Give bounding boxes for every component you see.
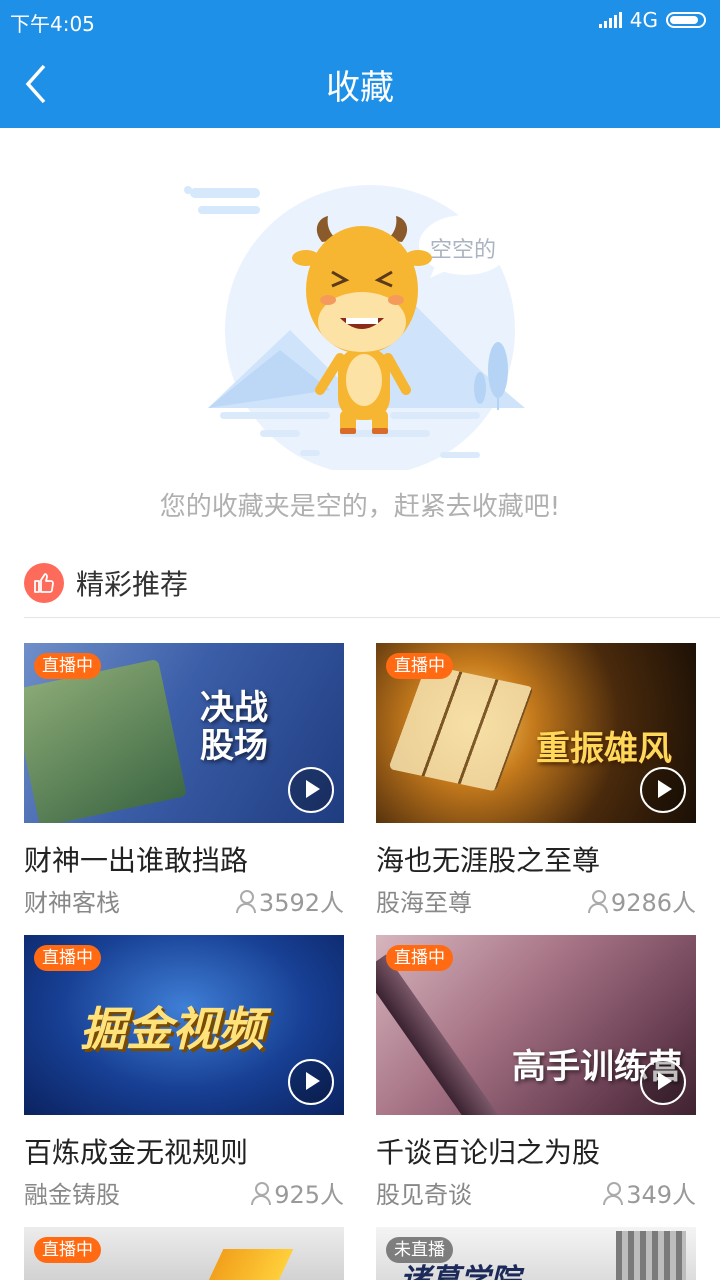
play-icon[interactable] [288,767,334,813]
video-meta: 股海至尊 9286人 [376,883,696,918]
video-card[interactable]: 诸葛学院 未直播 [376,1227,696,1280]
section-divider [24,617,720,618]
viewer-count-text: 349人 [626,1181,696,1209]
viewer-count: 349人 [602,1175,696,1210]
page-title: 收藏 [326,68,394,108]
thumbnail-title: 重振雄风 [536,729,672,769]
live-badge: 直播中 [34,1237,101,1263]
viewer-count-text: 3592人 [258,889,344,917]
person-icon [250,1181,272,1205]
live-badge: 直播中 [34,945,101,971]
person-icon [587,889,609,913]
battery-icon [666,12,706,28]
play-icon[interactable] [288,1059,334,1105]
video-thumbnail[interactable]: 直播中 [24,1227,344,1280]
viewer-count: 9286人 [587,883,696,918]
empty-illustration [184,185,525,470]
host-name: 财神客栈 [24,889,120,917]
status-bar: 下午4:05 4G [0,0,720,40]
video-title: 千谈百论归之为股 [376,1136,601,1169]
video-meta: 股见奇谈 349人 [376,1175,696,1210]
not-live-badge: 未直播 [386,1237,453,1263]
live-badge: 直播中 [386,945,453,971]
video-card[interactable]: 重振雄风 直播中 海也无涯股之至尊 股海至尊 9286人 [376,643,696,918]
person-icon [235,889,257,913]
video-thumbnail[interactable]: 决战股场 直播中 [24,643,344,823]
video-thumbnail[interactable]: 重振雄风 直播中 [376,643,696,823]
video-card[interactable]: 高手训练营 直播中 千谈百论归之为股 股见奇谈 349人 [376,935,696,1210]
signal-icon [598,12,622,28]
video-card[interactable]: 掘金视频 直播中 百炼成金无视规则 融金铸股 925人 [24,935,344,1210]
live-badge: 直播中 [386,653,453,679]
host-name: 融金铸股 [24,1181,120,1209]
viewer-count-text: 9286人 [610,889,696,917]
section-title: 精彩推荐 [76,568,189,601]
viewer-count-text: 925人 [274,1181,344,1209]
video-thumbnail[interactable]: 诸葛学院 未直播 [376,1227,696,1280]
title-bar: 收藏 [0,40,720,128]
empty-bubble-text: 空空的 [430,238,497,263]
host-name: 股海至尊 [376,889,472,917]
viewer-count: 3592人 [235,883,344,918]
video-thumbnail[interactable]: 高手训练营 直播中 [376,935,696,1115]
video-title: 百炼成金无视规则 [24,1136,249,1169]
thumbnail-title: 决战股场 [200,688,268,766]
live-badge: 直播中 [34,653,101,679]
video-thumbnail[interactable]: 掘金视频 直播中 [24,935,344,1115]
video-meta: 财神客栈 3592人 [24,883,344,918]
status-time: 下午4:05 [10,12,95,36]
person-icon [602,1181,624,1205]
status-icons: 4G [598,8,706,32]
viewer-count: 925人 [250,1175,344,1210]
network-type: 4G [629,8,658,32]
video-meta: 融金铸股 925人 [24,1175,344,1210]
video-card[interactable]: 直播中 [24,1227,344,1280]
play-icon[interactable] [640,1059,686,1105]
video-title: 海也无涯股之至尊 [376,844,601,877]
thumbs-up-icon [24,563,64,603]
thumbnail-title: 掘金视频 [80,1002,264,1056]
video-title: 财神一出谁敢挡路 [24,844,249,877]
video-card[interactable]: 决战股场 直播中 财神一出谁敢挡路 财神客栈 3592人 [24,643,344,918]
empty-message: 您的收藏夹是空的，赶紧去收藏吧! [159,492,561,522]
host-name: 股见奇谈 [376,1181,472,1209]
recommend-header: 精彩推荐 [24,560,188,606]
play-icon[interactable] [640,767,686,813]
